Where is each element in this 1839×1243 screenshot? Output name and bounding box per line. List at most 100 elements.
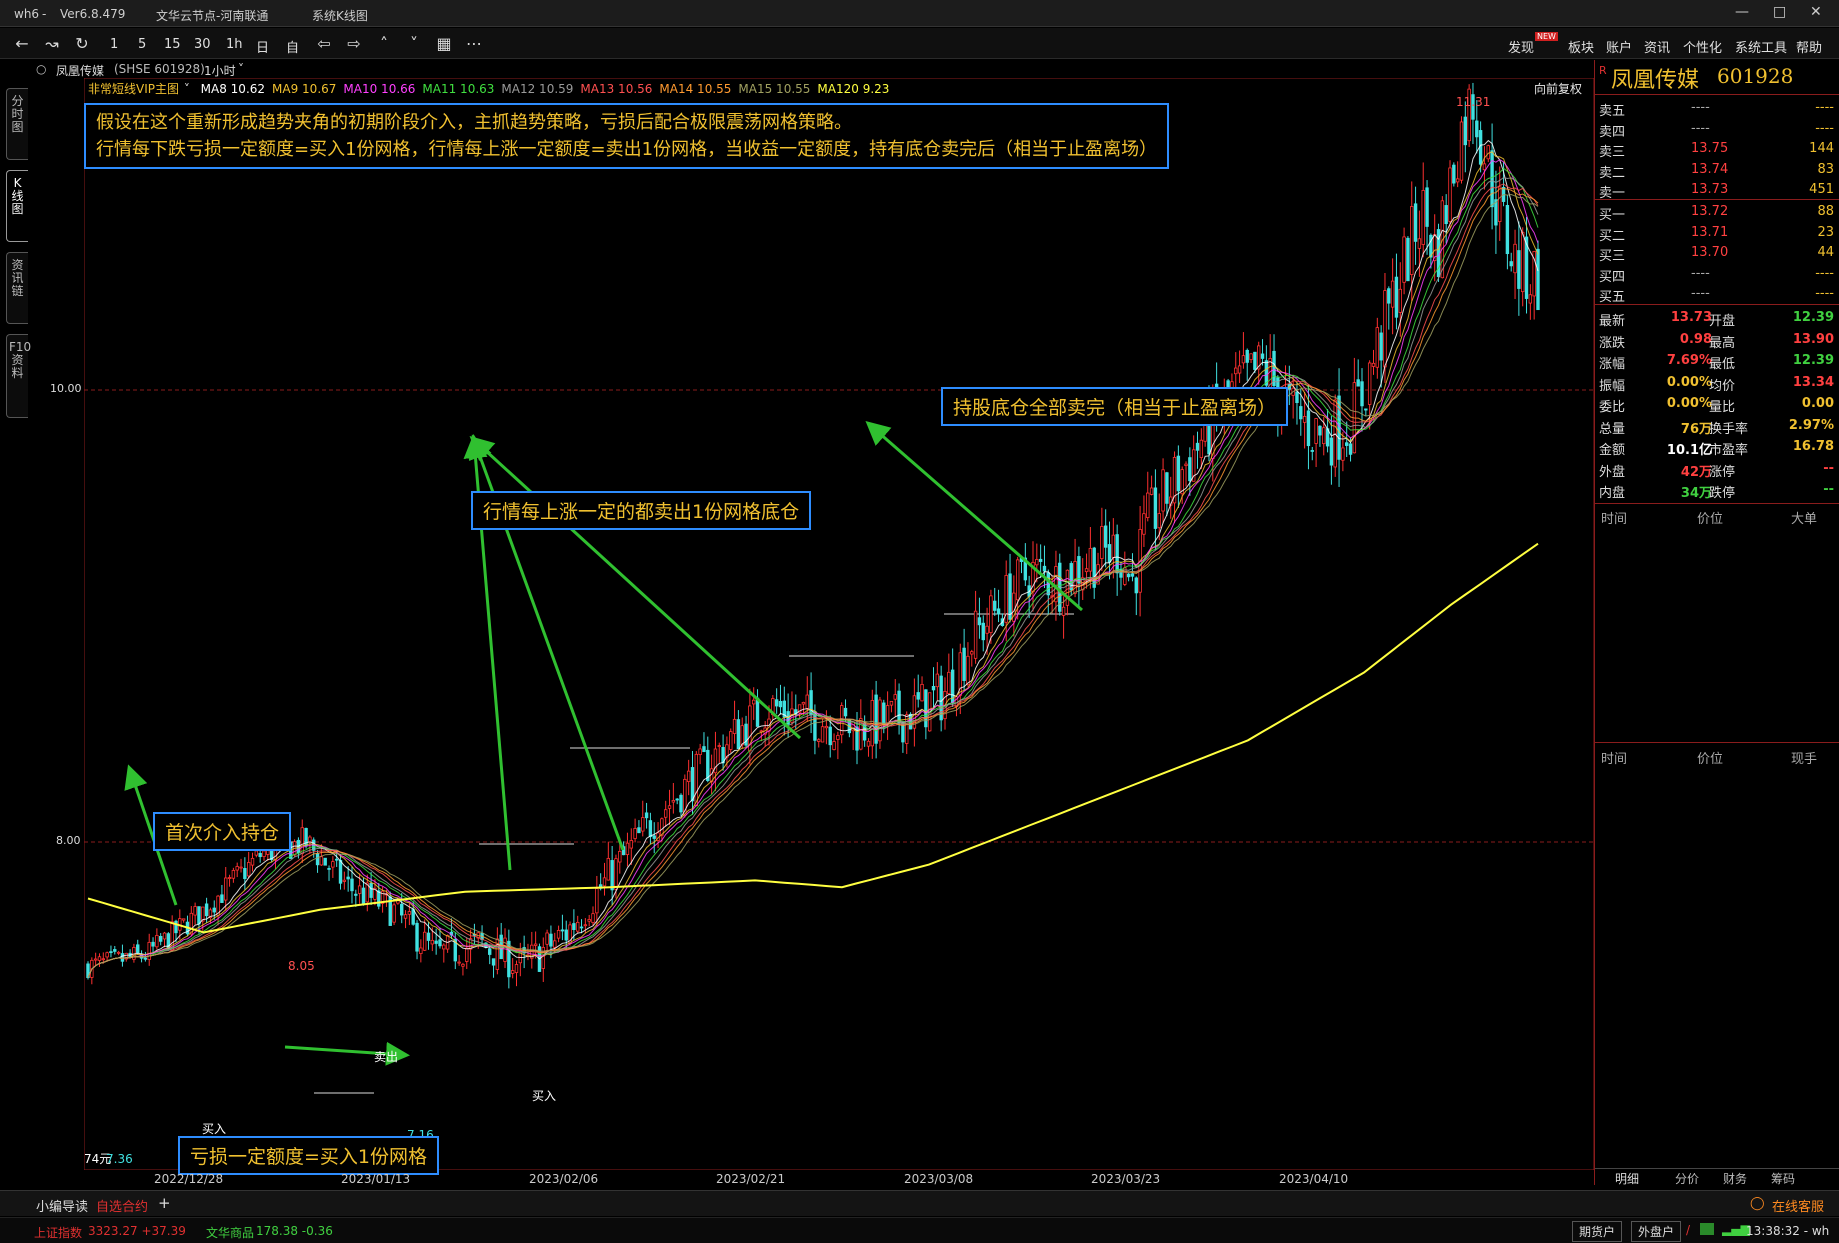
ticks-header-2: 时间 价位 现手 — [1601, 752, 1818, 767]
back-icon[interactable]: ← — [10, 34, 34, 53]
menu-tools[interactable]: 系统工具 — [1735, 37, 1787, 56]
menu-sector[interactable]: 板块 — [1568, 37, 1594, 56]
period-30[interactable]: 30 — [194, 37, 211, 52]
tab-f10[interactable]: F10资料 — [6, 334, 31, 418]
add-tab-button[interactable]: + — [158, 1194, 171, 1212]
period-15[interactable]: 15 — [164, 37, 181, 52]
menu-help[interactable]: 帮助 — [1796, 37, 1822, 56]
candle-body — [591, 913, 595, 923]
candle-body — [350, 878, 354, 892]
line-chart-icon[interactable]: ↝ — [40, 34, 64, 53]
chevron-down-icon[interactable]: ˅ — [402, 34, 426, 53]
candle-body — [258, 852, 262, 858]
candle-body — [1329, 437, 1334, 466]
candle-body — [491, 958, 496, 966]
stat-row: 内盘 34万 跌停 -- — [1599, 482, 1834, 501]
layout-icon[interactable]: ▦ — [432, 34, 456, 53]
maximize-icon[interactable]: □ — [1773, 4, 1786, 20]
candle-body — [1065, 569, 1070, 606]
candle-body — [671, 800, 676, 803]
kline-chart[interactable]: 11.31 8.05 7.16 74元 7.36 买入 卖出 买入 — [83, 77, 1595, 1188]
candle-body — [1410, 206, 1414, 275]
candle-body — [461, 963, 465, 967]
candle-body — [1528, 294, 1533, 304]
period-1[interactable]: 1 — [110, 37, 118, 52]
period-select[interactable]: 1小时 — [204, 62, 236, 79]
candle-body — [116, 951, 121, 954]
candle-body — [1295, 391, 1299, 403]
candle-body — [1398, 288, 1402, 313]
tab-price-dist[interactable]: 分价 — [1675, 1170, 1699, 1187]
online-service[interactable]: 在线客服 — [1772, 1196, 1824, 1215]
sell-row: 卖一 13.73 451 — [1599, 182, 1834, 201]
foreign-account-button[interactable]: 外盘户 — [1631, 1221, 1682, 1242]
candle-body — [832, 741, 836, 750]
candle-body — [1084, 568, 1089, 573]
menu-discover[interactable]: 发现 — [1508, 37, 1534, 56]
system-chart-label[interactable]: 系统K线图 — [312, 7, 368, 24]
candle-body — [1069, 563, 1073, 591]
candle-body — [1061, 606, 1066, 616]
candle-body — [1310, 450, 1314, 452]
watchlist-tab[interactable]: 自选合约 — [96, 1196, 148, 1215]
menu-account[interactable]: 账户 — [1606, 37, 1632, 56]
headset-icon[interactable]: ◯ — [1750, 1196, 1765, 1211]
arrow-right-icon[interactable]: ⇨ — [342, 34, 366, 53]
guide-tab[interactable]: 小编导读 — [36, 1196, 88, 1215]
tab-intraday[interactable]: 分时图 — [6, 88, 28, 160]
tab-chips[interactable]: 筹码 — [1771, 1170, 1795, 1187]
candle-body — [679, 794, 683, 813]
candle-body — [369, 883, 373, 898]
candle-body — [162, 932, 167, 940]
candle-body — [392, 904, 396, 923]
close-icon[interactable]: ✕ — [1810, 4, 1822, 20]
server-node[interactable]: 文华云节点-河南联通 — [156, 7, 268, 24]
ticks-header-1: 时间 价位 大单 — [1601, 512, 1818, 527]
candle-body — [430, 939, 435, 945]
tab-detail[interactable]: 明细 — [1615, 1170, 1639, 1187]
tab-news-chain[interactable]: 资讯链 — [6, 252, 28, 324]
period-custom[interactable]: 自 — [286, 37, 299, 56]
candle-body — [572, 923, 576, 930]
chevron-up-icon[interactable]: ˄ — [372, 34, 396, 53]
period-5[interactable]: 5 — [138, 37, 146, 52]
candle-body — [1176, 455, 1181, 492]
tab-finance[interactable]: 财务 — [1723, 1170, 1747, 1187]
tab-kline[interactable]: K线图 — [6, 170, 28, 242]
more-icon[interactable]: ⋯ — [462, 34, 486, 53]
candle-body — [820, 726, 825, 743]
menu-news[interactable]: 资讯 — [1644, 37, 1670, 56]
candle-body — [805, 694, 809, 709]
candle-body — [434, 940, 438, 944]
arrow-left-icon[interactable]: ⇦ — [312, 34, 336, 53]
candle-body — [331, 861, 335, 868]
screen-icon[interactable] — [1700, 1223, 1714, 1235]
period-1h[interactable]: 1h — [226, 37, 243, 52]
candle-body — [1245, 349, 1249, 363]
candle-body — [996, 608, 1001, 615]
menu-personalize[interactable]: 个性化 — [1683, 37, 1722, 56]
candle-body — [338, 859, 343, 884]
stat-row: 总量 76万 换手率 2.97% — [1599, 417, 1834, 437]
stock-name[interactable]: 凤凰传媒 — [56, 62, 104, 79]
candle-body — [1444, 205, 1448, 225]
period-day[interactable]: 日 — [256, 37, 269, 56]
kline-svg[interactable]: 11.318.057.1674元7.36买入卖出买入 — [83, 77, 1595, 1171]
candle-body — [614, 858, 618, 890]
ma-line — [87, 167, 1539, 978]
minimize-icon[interactable]: — — [1735, 4, 1749, 20]
candle-body — [510, 970, 515, 974]
candle-body — [545, 932, 549, 945]
candle-body — [824, 725, 829, 729]
r-icon: R — [1599, 64, 1607, 77]
candle-body — [966, 655, 970, 686]
price-tick-10: 10.00 — [50, 382, 82, 395]
candle-body — [250, 857, 255, 866]
candle-body — [897, 690, 901, 724]
candle-body — [962, 647, 966, 681]
futures-account-button[interactable]: 期货户 — [1572, 1221, 1623, 1242]
candle-body — [686, 770, 691, 782]
refresh-icon[interactable]: ↻ — [70, 34, 94, 53]
period-chevron-icon[interactable]: ˅ — [238, 62, 244, 76]
candle-body — [583, 924, 588, 927]
